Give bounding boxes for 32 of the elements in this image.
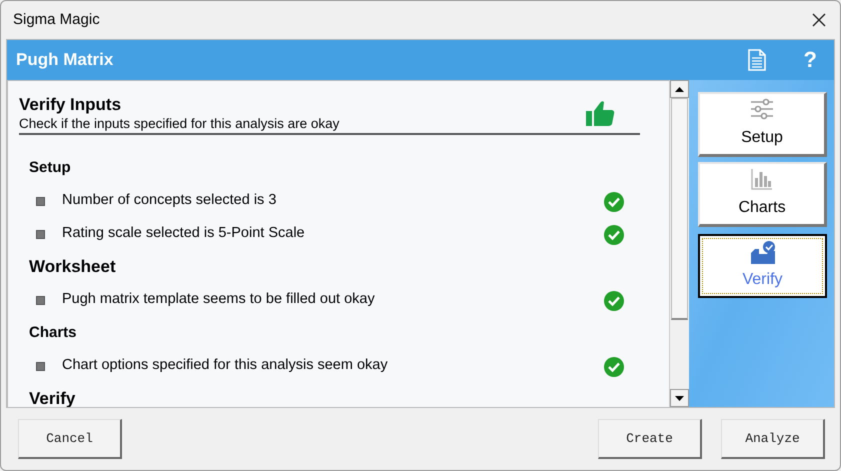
panel-title: Verify Inputs bbox=[19, 95, 122, 115]
close-icon[interactable] bbox=[812, 13, 826, 27]
nav-button[interactable]: Charts bbox=[698, 162, 827, 227]
dialog-button[interactable]: Analyze bbox=[721, 419, 825, 459]
check-item-text: Pugh matrix template seems to be filled out okay bbox=[62, 290, 376, 309]
bullet-icon bbox=[36, 362, 45, 371]
section-heading: Setup bbox=[29, 158, 72, 178]
dialog-button[interactable]: Create bbox=[598, 419, 702, 459]
section-heading: Charts bbox=[29, 323, 78, 343]
dialog-button[interactable]: Cancel bbox=[18, 419, 122, 459]
document-icon[interactable] bbox=[748, 49, 766, 71]
bullet-icon bbox=[36, 197, 45, 206]
header-title: Pugh Matrix bbox=[16, 49, 114, 72]
check-item-text: Number of concepts selected is 3 bbox=[62, 191, 278, 210]
nav-button[interactable]: Verify bbox=[698, 234, 827, 298]
nav-button[interactable]: Setup bbox=[698, 92, 827, 157]
scroll-up-button[interactable] bbox=[670, 80, 689, 98]
up-arrow-icon bbox=[675, 86, 684, 92]
down-arrow-icon bbox=[675, 396, 684, 400]
thumbs-up-icon bbox=[585, 100, 615, 128]
inbox-check-icon bbox=[750, 240, 776, 264]
check-item-text: Rating scale selected is 5-Point Scale bbox=[62, 224, 306, 243]
bullet-icon bbox=[36, 230, 45, 239]
bar-chart-icon bbox=[751, 168, 773, 190]
scroll-thumb[interactable] bbox=[671, 98, 688, 320]
panel-subtitle: Check if the inputs specified for this analysis are okay bbox=[19, 115, 340, 132]
scroll-down-button[interactable] bbox=[670, 389, 689, 407]
sliders-icon bbox=[750, 98, 774, 120]
bullet-icon bbox=[36, 296, 45, 305]
check-item-text: Chart options specified for this analysis seem okay bbox=[62, 356, 389, 375]
window-title: Sigma Magic bbox=[13, 10, 100, 30]
section-heading: Worksheet bbox=[29, 256, 117, 278]
